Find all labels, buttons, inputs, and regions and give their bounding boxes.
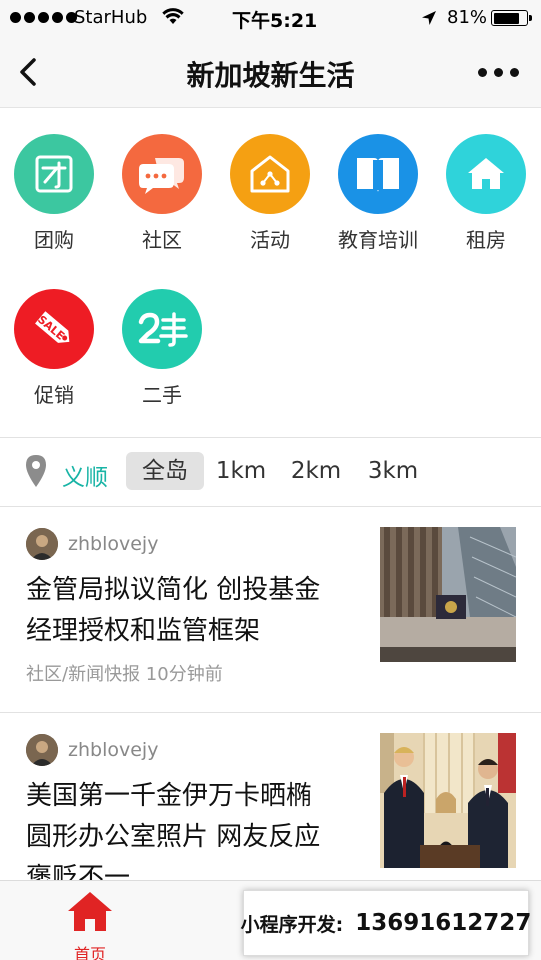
filter-option-2km[interactable]: 2km <box>284 452 348 490</box>
tab-home[interactable]: 首页 <box>35 881 145 960</box>
tuan-icon <box>14 134 94 214</box>
category-label: 教育培训 <box>338 228 418 252</box>
news-thumbnail <box>380 527 516 662</box>
signal-strength-icon <box>10 12 77 23</box>
location-arrow-icon <box>420 9 438 32</box>
status-time: 下午5:21 <box>232 10 318 32</box>
news-headline: 金管局拟议简化 创投基金 经理授权和监管框架 <box>26 575 321 646</box>
battery-icon <box>491 10 532 26</box>
category-label: 活动 <box>250 228 290 252</box>
page-title: 新加坡新生活 <box>186 59 355 92</box>
promo-banner[interactable]: 小程序开发: 13691612727 <box>240 890 532 956</box>
promo-phone: 13691612727 <box>355 910 532 936</box>
filter-option-all-island[interactable]: 全岛 <box>126 452 204 490</box>
category-grid: 团购 社区 活动 教育培训 租房 SALE 促销 二手 <box>0 108 541 438</box>
category-second-hand[interactable]: 二手 <box>107 289 217 408</box>
category-education[interactable]: 教育培训 <box>323 134 433 253</box>
tab-label: 首页 <box>73 945 106 960</box>
location-pin-icon <box>25 454 47 492</box>
news-item[interactable]: zhblovejy 金管局拟议简化 创投基金 经理授权和监管框架 社区/新闻快报… <box>0 507 541 712</box>
category-promotion[interactable]: SALE 促销 <box>0 289 109 408</box>
second-hand-icon <box>122 289 202 369</box>
distance-filter-bar: 义顺 全岛 1km 2km 3km <box>0 438 541 506</box>
author-avatar <box>26 528 58 560</box>
author-avatar <box>26 734 58 766</box>
news-thumbnail <box>380 733 516 868</box>
book-icon <box>338 134 418 214</box>
promo-label: 小程序开发: <box>240 913 344 936</box>
news-headline: 美国第一千金伊万卡晒椭 圆形办公室照片 网友反应 褒贬不一 <box>26 781 321 883</box>
category-community[interactable]: 社区 <box>107 134 217 253</box>
category-rental[interactable]: 租房 <box>431 134 541 253</box>
status-bar: StarHub 下午5:21 81% <box>0 0 541 36</box>
category-label: 租房 <box>466 228 506 252</box>
news-meta: 社区/新闻快报 10分钟前 <box>26 664 223 685</box>
category-tuangou[interactable]: 团购 <box>0 134 109 253</box>
filter-option-3km[interactable]: 3km <box>361 452 425 490</box>
home-icon <box>446 134 526 214</box>
author-name: zhblovejy <box>68 739 159 761</box>
category-label: 团购 <box>34 228 74 252</box>
more-options-icon[interactable] <box>478 62 522 82</box>
sale-tag-icon: SALE <box>14 289 94 369</box>
category-label: 社区 <box>142 228 182 252</box>
author-name: zhblovejy <box>68 533 159 555</box>
carrier-name: StarHub <box>74 7 148 28</box>
filter-option-1km[interactable]: 1km <box>210 452 272 490</box>
current-location[interactable]: 义顺 <box>62 458 108 492</box>
house-share-icon <box>230 134 310 214</box>
category-activities[interactable]: 活动 <box>215 134 325 253</box>
news-item[interactable]: zhblovejy 美国第一千金伊万卡晒椭 圆形办公室照片 网友反应 褒贬不一 <box>0 713 541 883</box>
category-label: 二手 <box>142 383 182 407</box>
wifi-icon <box>162 8 184 31</box>
battery-percentage: 81% <box>447 7 488 28</box>
home-icon <box>68 892 112 931</box>
category-label: 促销 <box>34 383 74 407</box>
chat-bubbles-icon <box>122 134 202 214</box>
navigation-bar: 新加坡新生活 <box>0 36 541 108</box>
